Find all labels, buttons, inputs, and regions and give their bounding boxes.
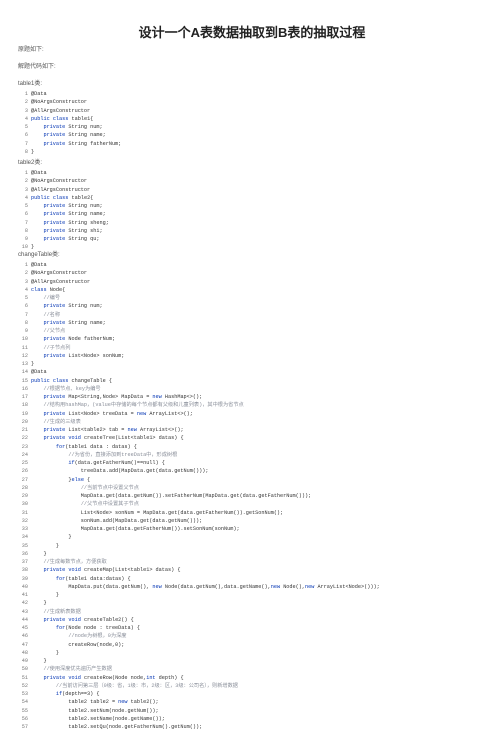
code-line: 17 private Map<String,Node> MapData = ne… bbox=[21, 394, 203, 400]
code-block-changetable: 1 @Data 2 @NoArgsConstructor 3 @AllArgsConstr… bbox=[18, 261, 380, 731]
code-line: 56 table2.setName(node.getName()); bbox=[21, 715, 165, 722]
code-line: 38 private void createMap(List<table1> d… bbox=[21, 567, 181, 574]
code-line: 42 } bbox=[21, 600, 47, 607]
code-line: 5 private String num; bbox=[24, 203, 103, 209]
intro-paragraph: 原题如下: bbox=[18, 47, 44, 53]
code-line: 48 } bbox=[21, 649, 60, 656]
code-line: 5 private String num; bbox=[24, 124, 103, 130]
code-line: 4 public class table2{ bbox=[24, 194, 94, 201]
code-line: 1 @Data bbox=[24, 91, 47, 97]
code-line: 5 //编号 bbox=[24, 295, 61, 301]
code-line: 2 @NoArgsConstructor bbox=[24, 178, 88, 185]
code-line: 57 table2.setQu(node.getFatherNum().getN… bbox=[21, 724, 203, 730]
code-line: 11 //子节点列 bbox=[21, 344, 71, 351]
code-line: 31 List<Node> sonNum = MapData.get(data.… bbox=[21, 509, 284, 516]
code-line: 15 public class changeTable { bbox=[21, 377, 112, 384]
code-line: 49 } bbox=[21, 658, 47, 664]
code-line: 2 @NoArgsConstructor bbox=[24, 99, 88, 106]
code-line: 26 treeData.add(MapData.get(data.getNum(… bbox=[21, 468, 209, 475]
code-line: 25 if(data.getFatherNum()==null) { bbox=[21, 460, 165, 466]
code-line: 19 private List<Node> treeData = new Arr… bbox=[21, 410, 193, 417]
code-line: 21 private List<table2> tab = new ArrayL… bbox=[21, 427, 184, 433]
code-line: 40 MapData.put(data.getNum(), new Node(d… bbox=[21, 583, 380, 590]
section-label-changetable: changeTable类: bbox=[18, 252, 60, 258]
code-line: 23 for(table1 data : datas) { bbox=[21, 443, 137, 450]
code-line: 28 //当前节点中设置父节点 bbox=[21, 484, 139, 491]
code-line: 6 private String name; bbox=[24, 211, 106, 218]
code-line: 51 private void createRow(Node node,int … bbox=[21, 674, 184, 681]
code-line: 8 private String name; bbox=[24, 319, 106, 326]
code-line: 22 private void createTree(List<table1> … bbox=[21, 435, 184, 442]
code-line: 8 private String shi; bbox=[24, 227, 103, 234]
code-line: 44 private void createTable2() { bbox=[21, 616, 134, 623]
code-line: 32 sonNum.add(MapData.get(data.getNum())… bbox=[21, 517, 203, 524]
code-line: 54 table2 table2 = new table2(); bbox=[21, 699, 159, 706]
document-title: 设计一个A表数据抽取到B表的抽取过程 bbox=[138, 25, 366, 40]
code-line: 41 } bbox=[21, 592, 60, 598]
document-page: 设计一个A表数据抽取到B表的抽取过程 原题如下: 解题代码如下: table1类… bbox=[0, 0, 504, 730]
code-line: 35 } bbox=[21, 542, 60, 549]
code-line: 45 for(Node node : treeData) { bbox=[21, 625, 140, 631]
code-line: 29 MapData.get(data.getNum()).setFatherN… bbox=[21, 493, 312, 499]
code-line: 34 } bbox=[21, 534, 72, 541]
code-line: 10 private Node fatherNum; bbox=[21, 336, 116, 343]
code-line: 43 //生成新表数据 bbox=[21, 608, 81, 615]
code-line: 20 //生成的三级表 bbox=[21, 418, 81, 425]
code-line: 33 MapData.get(data.getFatherNum()).setS… bbox=[21, 526, 240, 532]
code-line: 13} bbox=[21, 361, 35, 367]
code-block-table2: 1 @Data 2 @NoArgsConstructor 3 @AllArgsConstr… bbox=[18, 169, 109, 252]
code-line: 1 @Data bbox=[24, 170, 47, 176]
code-line: 24 //为省份，直接添加到treeData中，形成树根 bbox=[21, 451, 178, 458]
code-line: 47 createRow(node,0); bbox=[21, 641, 125, 648]
code-line: 52 //当前访问第三层（0级：省，1级：市，2级：区，3级：公司名），则新增数… bbox=[21, 682, 238, 689]
code-line: 36 } bbox=[21, 550, 47, 557]
code-block-table1: 1 @Data 2 @NoArgsConstructor 3 @AllArgsConstr… bbox=[18, 90, 121, 156]
code-line: 50 //使用深度优先遍历产生数据 bbox=[21, 666, 112, 673]
code-line: 12 private List<Node> sonNum; bbox=[21, 352, 125, 359]
code-line: 53 if(depth==3) { bbox=[21, 691, 100, 697]
code-line: 4 class Node{ bbox=[24, 286, 66, 293]
code-line: 7 private String fatherNum; bbox=[24, 140, 122, 147]
code-line: 27 }else { bbox=[21, 476, 91, 483]
section-label-table2: table2类: bbox=[18, 160, 43, 166]
code-line: 3 @AllArgsConstructor bbox=[24, 278, 91, 285]
code-line: 3 @AllArgsConstructor bbox=[24, 186, 91, 193]
code-line: 37 //生成每数节点，方便获取 bbox=[21, 559, 107, 565]
code-line: 6 private String name; bbox=[24, 132, 106, 139]
code-line: 7 //名称 bbox=[24, 311, 61, 318]
code-line: 9 private String qu; bbox=[24, 236, 100, 242]
section-label-table1: table1类: bbox=[18, 81, 43, 87]
code-line: 9 //父节点 bbox=[24, 328, 66, 334]
code-line: 2 @NoArgsConstructor bbox=[24, 270, 88, 277]
code-line: 16 //根据节点、key为编号 bbox=[21, 385, 101, 392]
code-line: 14 @Data bbox=[21, 369, 47, 376]
code-line: 8} bbox=[24, 148, 35, 155]
code-line: 6 private String num; bbox=[24, 303, 103, 310]
code-line: 7 private String sheng; bbox=[24, 219, 109, 226]
code-line: 3 @AllArgsConstructor bbox=[24, 107, 91, 114]
code-line: 1 @Data bbox=[24, 262, 47, 268]
code-line: 30 //父节点中设置其子节点 bbox=[21, 501, 139, 508]
code-line: 39 for(table1 data:datas) { bbox=[21, 575, 131, 582]
code-line: 18 //结构用hashMap，(value中存储的每个节点都有父级和儿童列表)… bbox=[21, 402, 244, 409]
code-line: 55 table2.setNum(node.getNum()); bbox=[21, 707, 159, 714]
solution-paragraph: 解题代码如下: bbox=[18, 64, 56, 70]
code-line: 46 //node为树根，0为深度 bbox=[21, 633, 127, 640]
code-line: 4 public class table1{ bbox=[24, 115, 94, 122]
